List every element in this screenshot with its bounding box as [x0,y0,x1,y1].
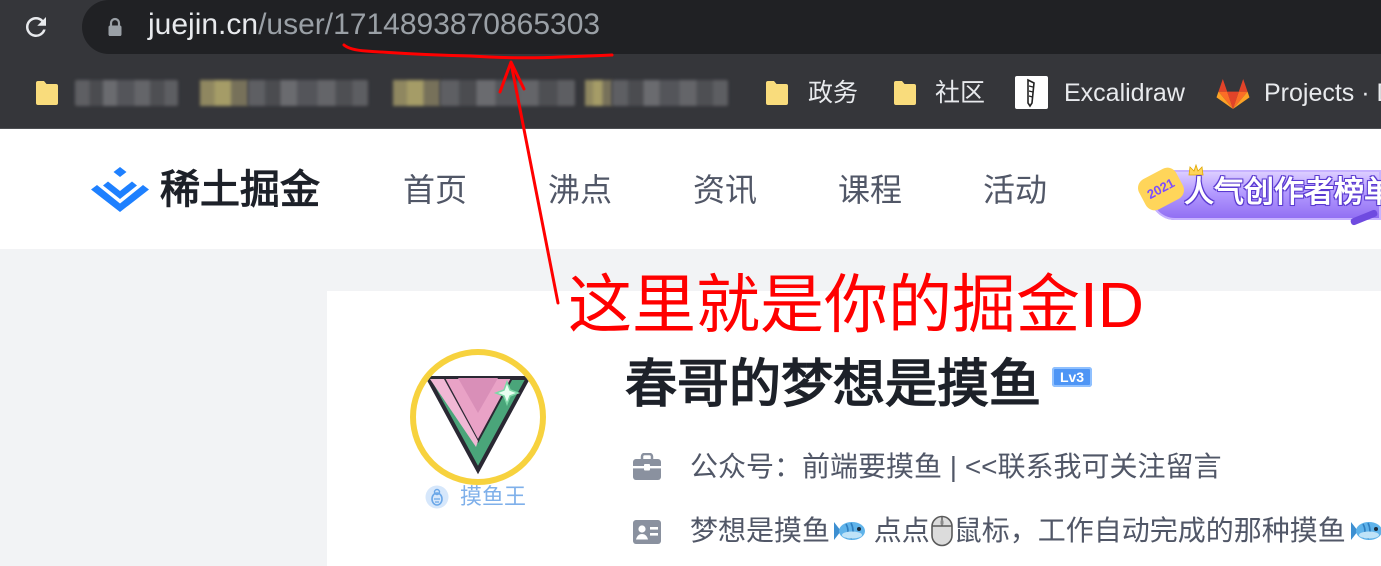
fish-king-badge-icon [425,485,449,509]
lock-icon[interactable] [107,17,123,37]
intro-segment: 鼠标，工作自动完成的那种摸鱼 [953,515,1346,546]
reload-icon[interactable] [21,12,51,42]
bookmark-blurred-label[interactable] [248,80,368,106]
computer-mouse-emoji-icon [930,515,953,547]
folder-icon[interactable] [393,80,440,106]
fish-emoji-icon [834,522,866,540]
bookmark-blurred-label[interactable] [440,80,575,106]
nav-item-courses[interactable]: 课程 [838,171,902,209]
nav-item-news[interactable]: 资讯 [693,171,757,209]
creator-ranking-banner[interactable]: 2021 人气创作者榜单 [1138,162,1381,232]
folder-icon[interactable] [585,80,612,106]
avatar-badge-label: 摸鱼王 [460,484,527,509]
logo-text[interactable]: 稀土掘金 [160,166,320,214]
bookmark-label[interactable]: 政务 [808,78,858,108]
bookmark-label[interactable]: 社区 [935,78,985,108]
folder-icon[interactable] [893,80,917,106]
folder-icon[interactable] [765,80,789,106]
nav-item-events[interactable]: 活动 [983,171,1047,209]
intro-segment: 梦想是摸鱼 [690,515,831,546]
nav-item-home[interactable]: 首页 [403,171,467,209]
bookmark-label[interactable]: Projects · D [1264,78,1381,108]
url-text[interactable]: juejin.cn/user/1714893870865303 [148,6,600,44]
annotation-text: 这里就是你的掘金ID [568,269,1144,341]
folder-icon[interactable] [35,80,59,106]
bookmark-label[interactable]: Excalidraw [1064,78,1185,108]
briefcase-icon [633,453,661,480]
nav-item-pins[interactable]: 沸点 [548,171,612,209]
banner-title: 人气创作者榜单 [1184,176,1381,209]
url-path[interactable]: /user/1714893870865303 [258,8,600,41]
user-name: 春哥的梦想是摸鱼 [625,356,1042,414]
position-text: 公众号：前端要摸鱼 | <<联系我可关注留言 [690,451,1222,482]
intro-segment: 点点 [866,515,930,546]
bookmark-blurred-label[interactable] [75,80,178,106]
address-bar[interactable]: juejin.cn/user/1714893870865303 [82,0,1381,54]
site-header: 稀土掘金 首页 沸点 资讯 课程 活动 2021 人气创作者榜单 [0,129,1381,249]
vue-logo-avatar-image [424,376,532,475]
gitlab-icon[interactable] [1215,78,1251,110]
bookmark-blurred-label[interactable] [612,80,728,106]
excalidraw-icon[interactable] [1015,76,1048,109]
juejin-logo-icon[interactable] [90,166,150,212]
id-card-icon [633,520,661,544]
fish-emoji-icon [1350,522,1381,540]
level-badge[interactable]: Lv3 [1052,367,1092,387]
intro-text: 梦想是摸鱼 点点 鼠标，工作自动完成的那种摸鱼 [690,513,1381,549]
avatar [410,349,546,485]
folder-icon[interactable] [200,80,248,106]
browser-toolbar: juejin.cn/user/1714893870865303 政务 社区 Ex… [0,0,1381,129]
url-host[interactable]: juejin.cn [148,8,258,41]
